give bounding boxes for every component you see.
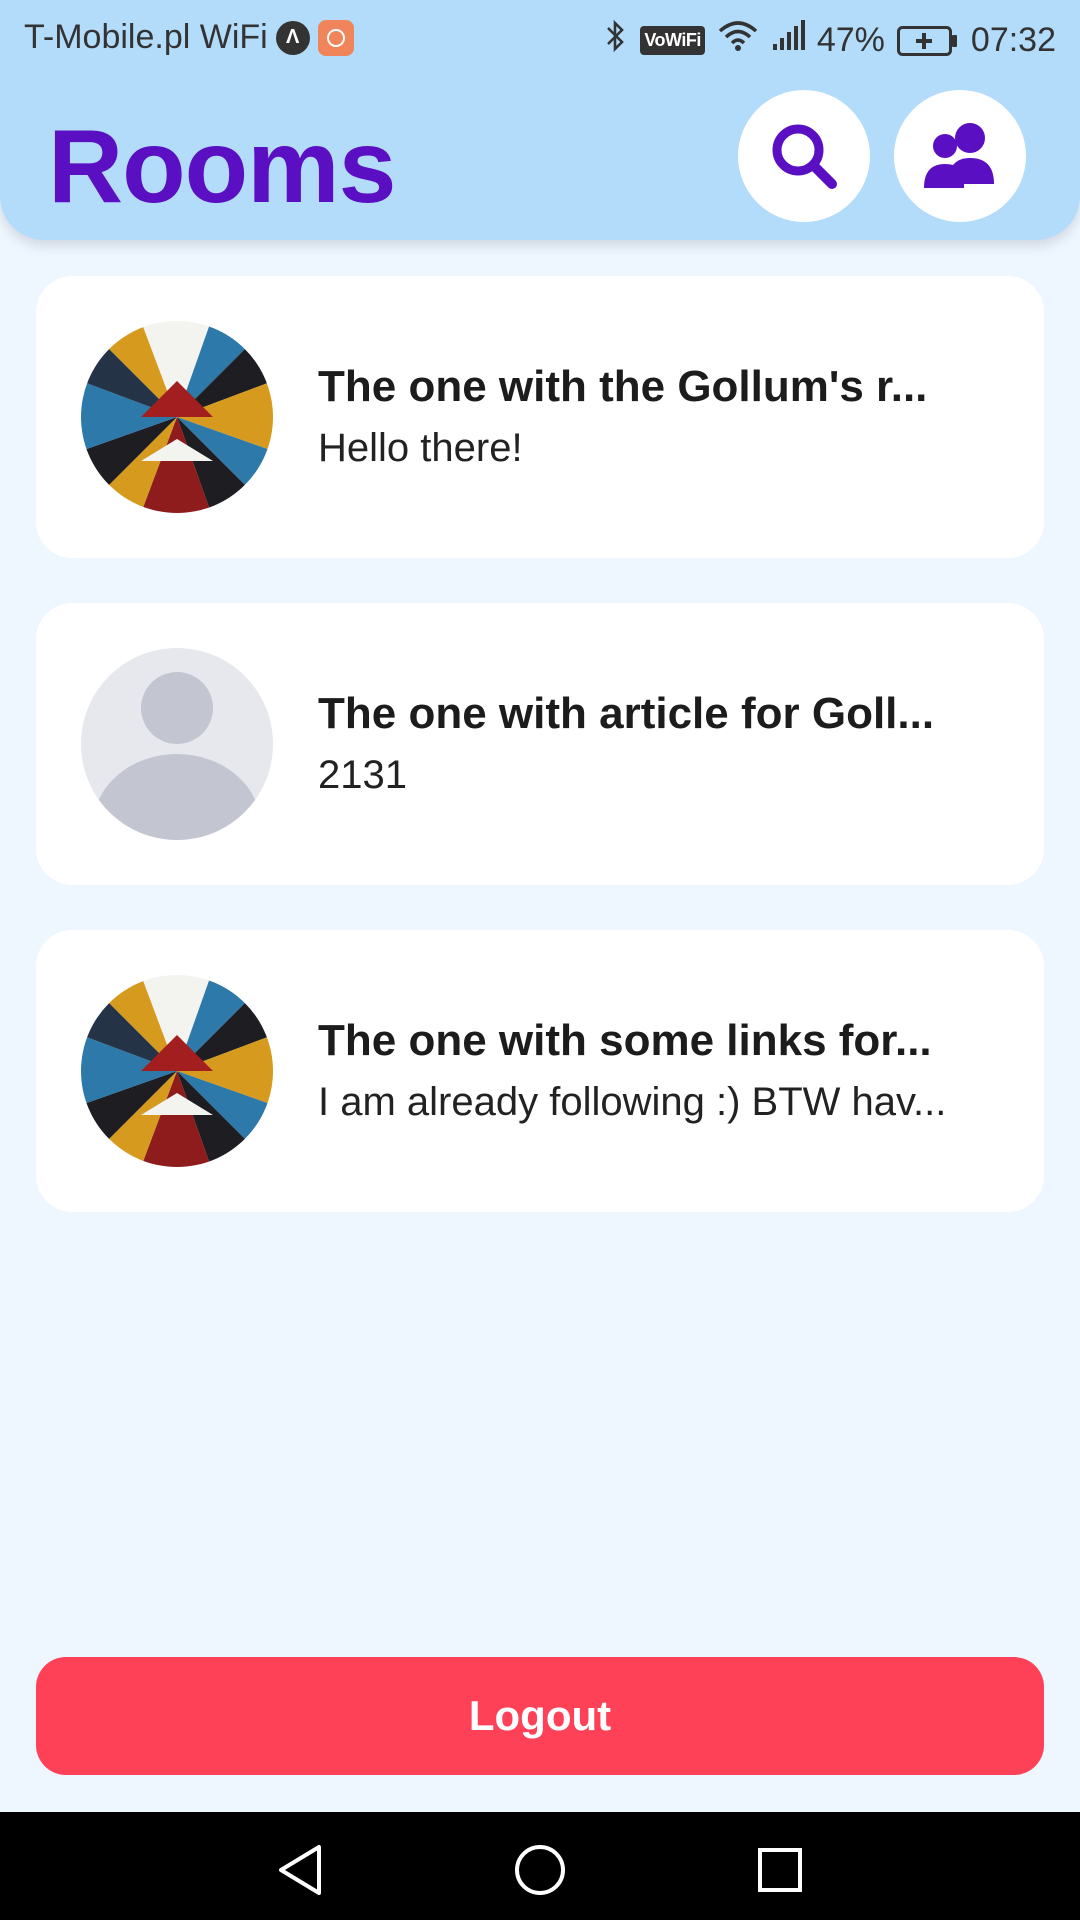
room-avatar: [81, 648, 273, 840]
room-last-message: 2131: [318, 753, 407, 797]
app-notification-icon: [317, 19, 354, 56]
vowifi-badge: VoWiFi: [640, 26, 705, 55]
room-avatar: [81, 321, 273, 513]
status-bar: T-Mobile.pl WiFi Λ VoWiFi 47% 07:32: [0, 0, 1080, 74]
room-avatar: [81, 975, 273, 1167]
room-last-message: I am already following :) BTW hav...: [318, 1080, 947, 1124]
users-button[interactable]: [894, 90, 1026, 222]
search-button[interactable]: [738, 90, 870, 222]
battery-charging-icon: [896, 25, 959, 56]
default-person-avatar-icon: [81, 648, 273, 840]
status-left: T-Mobile.pl WiFi Λ: [24, 18, 354, 57]
status-right: VoWiFi 47% 07:32: [604, 18, 1056, 63]
room-name: The one with some links for...: [318, 1016, 932, 1065]
recents-square-icon: [758, 1848, 802, 1892]
geometric-art-avatar-icon: [81, 321, 273, 513]
room-last-message: Hello there!: [318, 426, 523, 470]
home-circle-icon: [515, 1845, 565, 1895]
battery-percent: 47%: [816, 21, 885, 59]
back-triangle-icon: [279, 1845, 321, 1895]
logout-button[interactable]: Logout: [36, 1657, 1044, 1775]
page-title: Rooms: [48, 109, 396, 225]
wifi-icon: [717, 19, 759, 62]
geometric-art-avatar-icon: [81, 975, 273, 1167]
rooms-screen: T-Mobile.pl WiFi Λ VoWiFi 47% 07:32 Room…: [0, 0, 1080, 1920]
signal-icon: [771, 20, 805, 61]
room-card[interactable]: The one with article for Goll... 2131: [36, 603, 1044, 885]
nav-home-button[interactable]: [510, 1842, 570, 1898]
carrier-logo-icon: Λ: [275, 20, 310, 55]
nav-recents-button[interactable]: [750, 1842, 810, 1898]
bluetooth-icon: [604, 18, 628, 63]
room-card[interactable]: The one with some links for... I am alre…: [36, 930, 1044, 1212]
room-name: The one with the Gollum's r...: [318, 362, 928, 411]
search-icon: [772, 124, 837, 189]
room-card[interactable]: The one with the Gollum's r... Hello the…: [36, 276, 1044, 558]
users-icon: [924, 123, 994, 188]
room-name: The one with article for Goll...: [318, 689, 935, 738]
app-header: T-Mobile.pl WiFi Λ VoWiFi 47% 07:32 Room…: [0, 0, 1080, 240]
system-nav-bar: [0, 1812, 1080, 1920]
nav-back-button[interactable]: [270, 1842, 330, 1898]
clock: 07:32: [970, 21, 1056, 59]
carrier-label: T-Mobile.pl WiFi: [24, 18, 268, 56]
